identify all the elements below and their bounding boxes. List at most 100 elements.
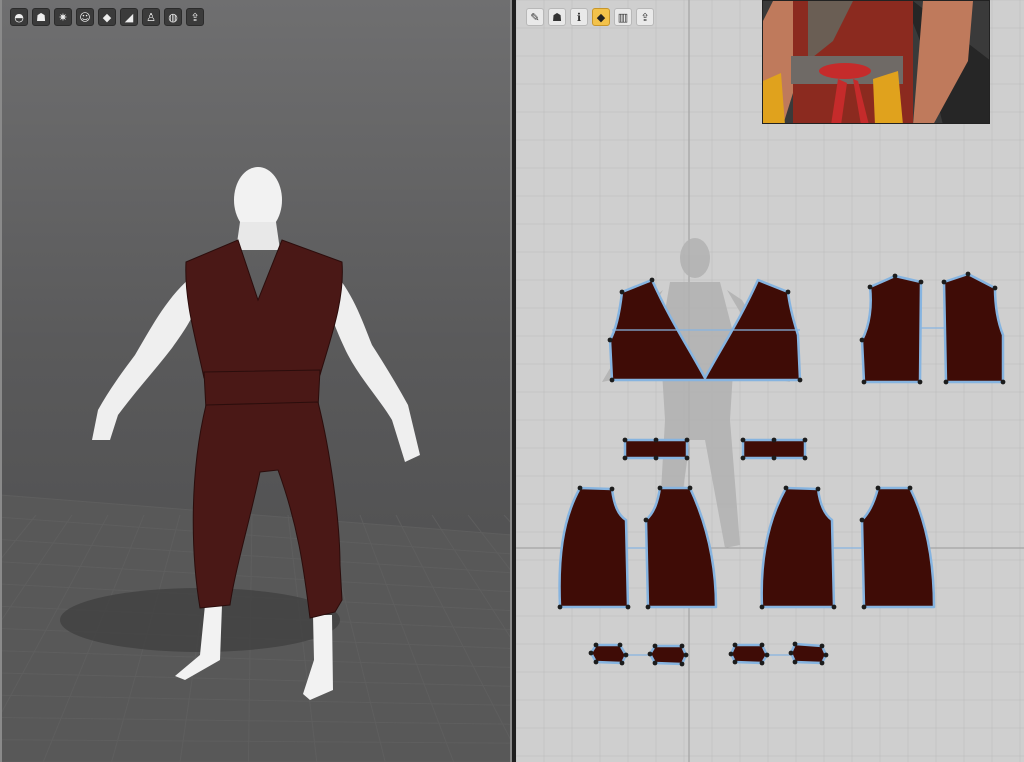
helmet-button[interactable]: ◓ xyxy=(10,8,28,26)
globe-button[interactable]: ◍ xyxy=(164,8,182,26)
pattern-point[interactable] xyxy=(918,279,924,285)
layers-icon: ▥ xyxy=(617,10,629,24)
pattern-point[interactable] xyxy=(759,642,765,648)
pattern-point[interactable] xyxy=(679,643,685,649)
pattern-point[interactable] xyxy=(684,455,690,461)
pattern-point[interactable] xyxy=(859,337,865,343)
pattern-piece-back-left[interactable] xyxy=(860,274,923,384)
pattern-point[interactable] xyxy=(684,437,690,443)
pattern-point[interactable] xyxy=(643,517,649,523)
surface-button[interactable]: ◢ xyxy=(120,8,138,26)
pencil-button[interactable]: ✎ xyxy=(526,8,544,26)
pattern-point[interactable] xyxy=(652,660,658,666)
export-button[interactable]: ⇪ xyxy=(186,8,204,26)
sparkle-button[interactable]: ✷ xyxy=(54,8,72,26)
pattern-point[interactable] xyxy=(792,659,798,665)
pattern-point[interactable] xyxy=(941,279,947,285)
texture-2d-button[interactable]: ◆ xyxy=(592,8,610,26)
pattern-point[interactable] xyxy=(764,652,770,658)
pattern-point[interactable] xyxy=(759,660,765,666)
pattern-point[interactable] xyxy=(557,604,563,610)
pattern-point[interactable] xyxy=(943,379,949,385)
pattern-point[interactable] xyxy=(785,289,791,295)
pattern-point[interactable] xyxy=(771,437,777,443)
pattern-point[interactable] xyxy=(732,642,738,648)
pattern-point[interactable] xyxy=(607,337,613,343)
pattern-point[interactable] xyxy=(759,604,765,610)
reference-image[interactable] xyxy=(762,0,990,124)
reference-artwork xyxy=(763,1,989,123)
surface-icon: ◢ xyxy=(124,10,134,24)
pattern-point[interactable] xyxy=(652,643,658,649)
pattern-point[interactable] xyxy=(619,660,625,666)
pattern-point[interactable] xyxy=(732,659,738,665)
pattern-point[interactable] xyxy=(771,455,777,461)
pattern-point[interactable] xyxy=(647,651,653,657)
pattern-point[interactable] xyxy=(892,273,898,279)
pattern-point[interactable] xyxy=(1000,379,1006,385)
pattern-point[interactable] xyxy=(617,642,623,648)
pattern-point[interactable] xyxy=(609,377,615,383)
pattern-point[interactable] xyxy=(797,377,803,383)
pattern-point[interactable] xyxy=(625,604,631,610)
pattern-point[interactable] xyxy=(593,659,599,665)
layers-button[interactable]: ▥ xyxy=(614,8,632,26)
pattern-point[interactable] xyxy=(819,643,825,649)
pattern-point[interactable] xyxy=(875,485,881,491)
export-2d-button[interactable]: ⇪ xyxy=(636,8,654,26)
pattern-point[interactable] xyxy=(588,650,594,656)
pattern-point[interactable] xyxy=(740,455,746,461)
pattern-point[interactable] xyxy=(657,485,663,491)
pattern-point[interactable] xyxy=(831,604,837,610)
globe-icon: ◍ xyxy=(168,10,178,24)
pattern-point[interactable] xyxy=(728,651,734,657)
pattern-point[interactable] xyxy=(619,289,625,295)
shirt-icon: ☗ xyxy=(36,10,46,24)
pattern-point[interactable] xyxy=(679,661,685,667)
pattern-point[interactable] xyxy=(653,437,659,443)
pattern-point[interactable] xyxy=(907,485,913,491)
pattern-point[interactable] xyxy=(622,455,628,461)
pattern-point[interactable] xyxy=(819,660,825,666)
pattern-point[interactable] xyxy=(622,437,628,443)
pattern-point[interactable] xyxy=(917,379,923,385)
pattern-point[interactable] xyxy=(645,604,651,610)
pattern-point[interactable] xyxy=(859,517,865,523)
pattern-point[interactable] xyxy=(740,437,746,443)
pattern-point[interactable] xyxy=(609,486,615,492)
pattern-point[interactable] xyxy=(593,642,599,648)
pattern-point[interactable] xyxy=(623,652,629,658)
pattern-piece-waistband-front[interactable] xyxy=(623,438,689,460)
pattern-point[interactable] xyxy=(788,650,794,656)
pattern-point[interactable] xyxy=(867,284,873,290)
pattern-piece-pant-1[interactable] xyxy=(558,486,630,609)
pattern-point[interactable] xyxy=(683,652,689,658)
pattern-piece-pant-4[interactable] xyxy=(860,486,936,609)
pattern-point[interactable] xyxy=(965,271,971,277)
app: ◓ ☗ ✷ ☺ ◆ ◢ ♙ ◍ ⇪ ✎ ☗ ℹ ◆ ▥ ⇪ xyxy=(0,0,1024,762)
pattern-point[interactable] xyxy=(815,486,821,492)
pattern-point[interactable] xyxy=(783,485,789,491)
pattern-point[interactable] xyxy=(861,379,867,385)
pattern-point[interactable] xyxy=(577,485,583,491)
export-icon: ⇪ xyxy=(190,10,200,24)
pattern-point[interactable] xyxy=(802,455,808,461)
pattern-point[interactable] xyxy=(653,455,659,461)
shirt-button[interactable]: ☗ xyxy=(32,8,50,26)
figure-button[interactable]: ♙ xyxy=(142,8,160,26)
pattern-piece-waistband-back[interactable] xyxy=(741,438,807,460)
pattern-point[interactable] xyxy=(802,437,808,443)
pattern-point[interactable] xyxy=(792,641,798,647)
pattern-point[interactable] xyxy=(649,277,655,283)
info-button[interactable]: ℹ xyxy=(570,8,588,26)
pattern-shirt-button[interactable]: ☗ xyxy=(548,8,566,26)
pattern-point[interactable] xyxy=(823,652,829,658)
pattern-piece-pant-2[interactable] xyxy=(644,486,718,609)
avatar-button[interactable]: ☺ xyxy=(76,8,94,26)
texture-button[interactable]: ◆ xyxy=(98,8,116,26)
pattern-point[interactable] xyxy=(861,604,867,610)
pattern-piece-pant-3[interactable] xyxy=(760,486,836,609)
pattern-point[interactable] xyxy=(992,285,998,291)
pattern-point[interactable] xyxy=(687,485,693,491)
viewport-3d[interactable]: ◓ ☗ ✷ ☺ ◆ ◢ ♙ ◍ ⇪ xyxy=(0,0,512,762)
